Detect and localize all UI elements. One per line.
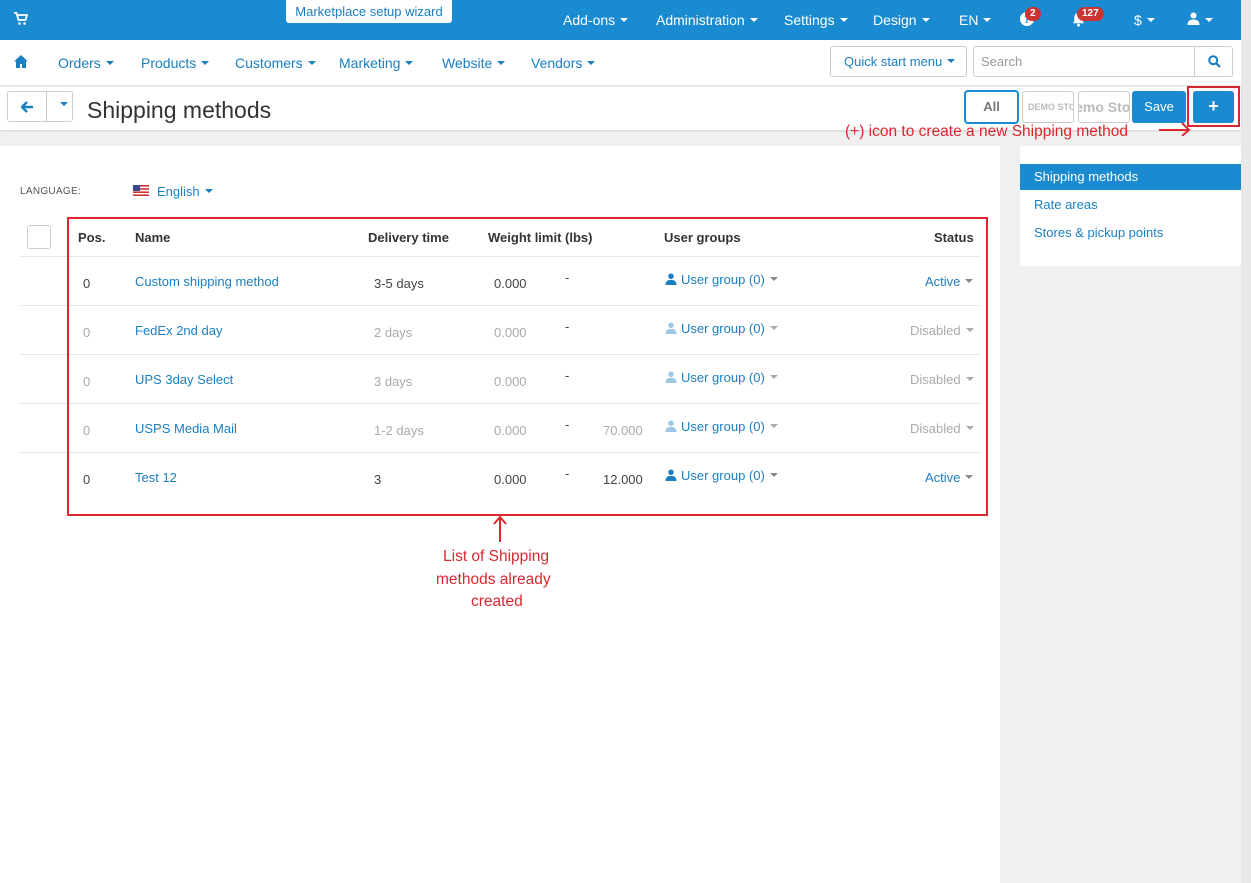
arrow-left-icon bbox=[21, 101, 33, 113]
back-dropdown[interactable] bbox=[46, 91, 73, 122]
notifications-badge: 127 bbox=[1077, 7, 1104, 21]
sidebar-item-rate-areas[interactable]: Rate areas bbox=[1020, 192, 1241, 218]
main-nav: Orders Products Customers Marketing Webs… bbox=[0, 40, 1241, 86]
language-select[interactable]: English bbox=[157, 184, 213, 199]
select-all-checkbox[interactable] bbox=[27, 225, 51, 249]
customers-menu[interactable]: Customers bbox=[235, 55, 316, 71]
administration-menu[interactable]: Administration bbox=[656, 12, 758, 28]
us-flag-icon bbox=[133, 184, 149, 196]
help-badge: 2 bbox=[1025, 7, 1041, 21]
annotation-table-highlight bbox=[67, 217, 988, 516]
top-bar: Marketplace setup wizard Add-ons Adminis… bbox=[0, 0, 1241, 40]
language-label: LANGUAGE: bbox=[20, 186, 82, 197]
sidebar-item-stores-pickup-points[interactable]: Stores & pickup points bbox=[1020, 220, 1241, 246]
products-menu[interactable]: Products bbox=[141, 55, 210, 71]
page-title: Shipping methods bbox=[87, 97, 272, 123]
search-icon bbox=[1208, 55, 1221, 68]
language-menu[interactable]: EN bbox=[959, 12, 992, 28]
back-button[interactable] bbox=[7, 91, 47, 122]
user-icon bbox=[1187, 12, 1200, 25]
storefront-all-button[interactable]: All bbox=[964, 90, 1019, 124]
addons-menu[interactable]: Add-ons bbox=[563, 12, 629, 28]
search-button[interactable] bbox=[1194, 47, 1233, 76]
chevron-down-icon bbox=[60, 102, 68, 106]
storefront-demo-button[interactable]: DEMO STORE bbox=[1022, 91, 1074, 123]
scrollbar[interactable] bbox=[1241, 0, 1251, 883]
storefront-demo-logo-button[interactable]: Demo Store bbox=[1078, 91, 1130, 123]
search-input[interactable] bbox=[974, 47, 1194, 76]
annotation-list-note-3: created bbox=[471, 593, 523, 610]
sidebar: Shipping methods Rate areas Stores & pic… bbox=[1020, 146, 1241, 266]
account-menu[interactable] bbox=[1187, 12, 1213, 28]
annotation-add-note: (+) icon to create a new Shipping method bbox=[845, 123, 1129, 140]
marketing-menu[interactable]: Marketing bbox=[339, 55, 414, 71]
annotation-list-note-1: List of Shipping bbox=[443, 548, 549, 565]
vendors-menu[interactable]: Vendors bbox=[531, 55, 596, 71]
quick-start-menu[interactable]: Quick start menu bbox=[830, 46, 967, 77]
currency-menu[interactable]: $ bbox=[1134, 12, 1155, 28]
sidebar-item-shipping-methods[interactable]: Shipping methods bbox=[1020, 164, 1241, 190]
annotation-add-button-highlight bbox=[1187, 86, 1240, 127]
annotation-arrow-right-icon bbox=[1159, 122, 1191, 136]
orders-menu[interactable]: Orders bbox=[58, 55, 114, 71]
website-menu[interactable]: Website bbox=[442, 55, 506, 71]
design-menu[interactable]: Design bbox=[873, 12, 930, 28]
annotation-arrow-up-icon bbox=[493, 515, 507, 542]
cart-icon[interactable] bbox=[14, 12, 30, 28]
annotation-list-note-2: methods already bbox=[436, 571, 551, 588]
settings-menu[interactable]: Settings bbox=[784, 12, 848, 28]
marketplace-wizard-button[interactable]: Marketplace setup wizard bbox=[285, 0, 453, 24]
home-icon[interactable] bbox=[14, 55, 28, 71]
search-box bbox=[973, 46, 1233, 77]
